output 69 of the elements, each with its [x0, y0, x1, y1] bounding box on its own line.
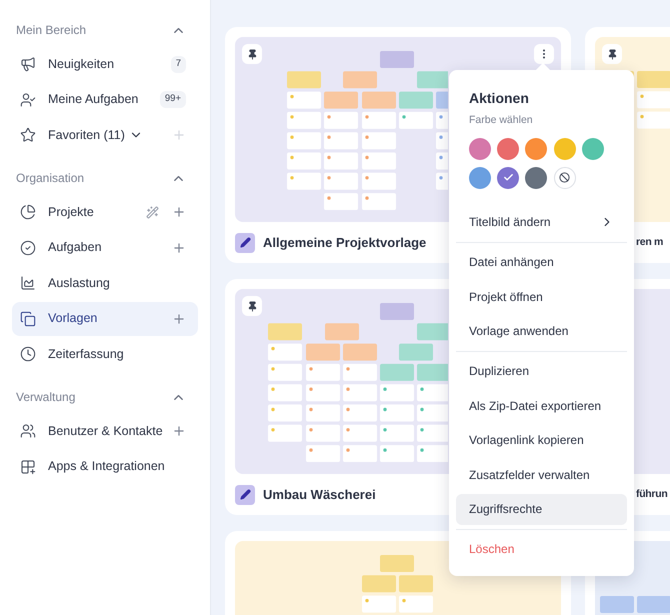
color-swatch[interactable]	[469, 138, 491, 160]
nav-label: Apps & Integrationen	[48, 458, 165, 476]
card-title[interactable]: Allgemeine Projektvorlage	[263, 232, 426, 252]
ban-icon	[559, 172, 570, 184]
count-badge: 99+	[160, 91, 186, 108]
section-header: Organisation	[16, 170, 84, 187]
menu-item[interactable]: Löschen	[456, 534, 627, 565]
nav-item[interactable]: Favoriten (11)	[12, 118, 198, 152]
user-check-icon	[20, 92, 36, 108]
nav-item[interactable]: Projekte	[12, 195, 198, 229]
count-badge: 7	[170, 56, 186, 72]
check-icon	[502, 172, 514, 184]
color-swatch[interactable]	[525, 166, 548, 189]
nav-item[interactable]: Neuigkeiten 7	[12, 47, 198, 81]
area-chart-icon	[20, 275, 36, 291]
card-title[interactable]: Umbau Wäscherei	[263, 484, 376, 504]
nav-label: Auslastung	[48, 274, 110, 292]
section-header: Verwaltung	[16, 389, 76, 406]
plus-icon[interactable]	[172, 312, 186, 326]
plus-icon[interactable]	[172, 205, 186, 219]
color-swatch[interactable]	[554, 138, 576, 160]
menu-title: Aktionen	[468, 89, 530, 108]
no-color-swatch[interactable]	[554, 166, 576, 189]
menu-item[interactable]: Zugriffsrechte	[456, 494, 627, 525]
board-preview-drawing	[600, 596, 670, 613]
color-swatch[interactable]	[582, 138, 604, 160]
nav-item[interactable]: Vorlagen	[12, 302, 198, 336]
color-swatch[interactable]	[525, 138, 548, 160]
pin-icon	[246, 300, 258, 312]
nav-label: Favoriten (11)	[48, 126, 125, 144]
menu-subtitle: Farbe wählen	[468, 113, 534, 128]
nav-label: Neuigkeiten	[48, 56, 114, 73]
users-icon	[20, 423, 36, 439]
pin-icon	[246, 48, 258, 60]
nav-item[interactable]: Meine Aufgaben 99+	[12, 82, 198, 116]
color-swatch[interactable]	[497, 166, 520, 189]
plus-icon[interactable]	[172, 424, 186, 438]
pin-button[interactable]	[242, 296, 262, 316]
nav-label: Projekte	[48, 204, 94, 221]
copy-icon	[20, 310, 36, 326]
pin-icon	[606, 48, 618, 60]
section-header: Mein Bereich	[16, 22, 86, 39]
star-icon	[20, 127, 36, 143]
nav-label: Aufgaben	[48, 239, 102, 256]
plus-icon[interactable]	[172, 240, 186, 254]
color-swatch[interactable]	[469, 166, 491, 189]
more-button[interactable]	[534, 44, 554, 64]
pie-chart-icon	[20, 204, 36, 220]
color-swatch[interactable]	[497, 138, 520, 160]
pin-button[interactable]	[242, 44, 262, 64]
grid-plus-icon	[20, 458, 36, 474]
pencil-icon	[235, 232, 255, 252]
megaphone-icon	[20, 56, 36, 72]
nav-label: Benutzer & Kontakte	[48, 422, 163, 440]
nav-label: Zeiterfassung	[48, 346, 124, 363]
nav-label: Vorlagen	[48, 310, 98, 328]
card-title[interactable]: ren m	[636, 234, 664, 250]
nav-label: Meine Aufgaben	[48, 91, 138, 108]
pencil-icon	[235, 484, 255, 504]
check-circle-icon	[20, 240, 36, 256]
pin-button[interactable]	[602, 44, 622, 64]
card-title[interactable]: führun	[636, 486, 668, 502]
nav-item[interactable]: Auslastung	[12, 266, 198, 300]
nav-item[interactable]: Apps & Integrationen	[12, 450, 198, 484]
nav-item[interactable]: Zeiterfassung	[12, 337, 198, 371]
nav-item[interactable]: Aufgaben	[12, 230, 198, 264]
magic-wand-icon[interactable]	[146, 206, 159, 218]
clock-icon	[20, 346, 36, 362]
nav-item[interactable]: Benutzer & Kontakte	[12, 414, 198, 448]
